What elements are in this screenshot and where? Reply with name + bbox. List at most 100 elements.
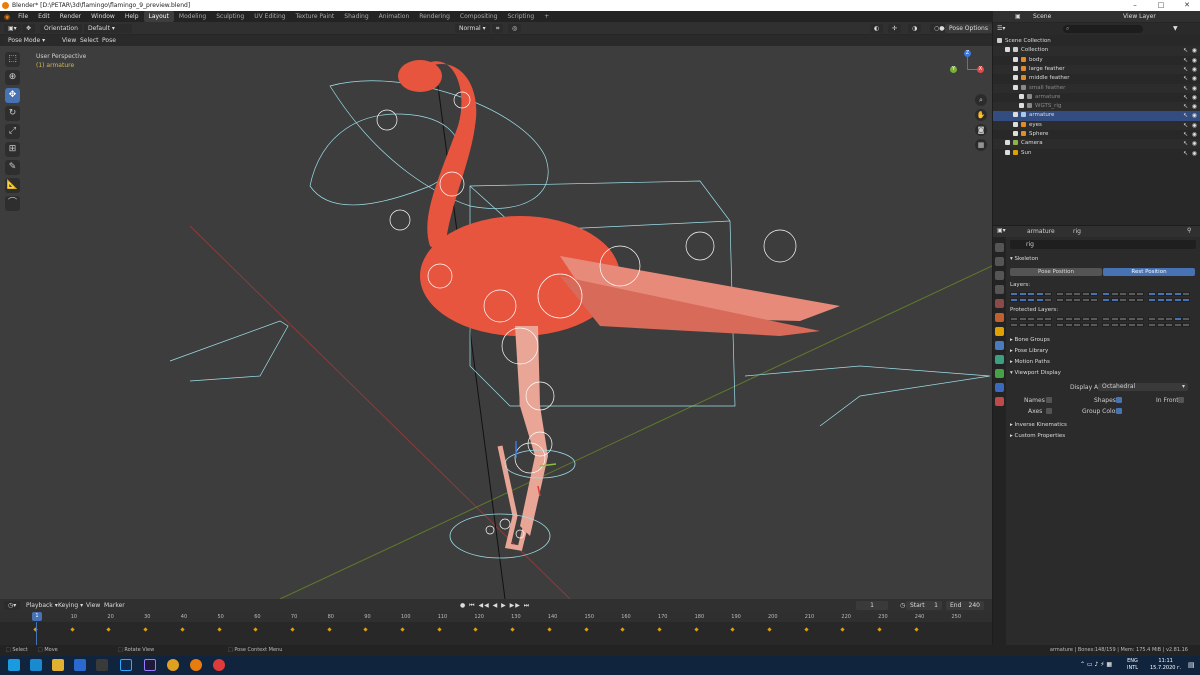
outliner-checkbox[interactable] bbox=[1013, 84, 1018, 90]
tab-shading[interactable]: Shading bbox=[339, 11, 373, 22]
pose-options-dropdown[interactable]: Pose Options ▾ bbox=[945, 24, 992, 41]
inverse-kinematics-section[interactable]: ▸ Inverse Kinematics bbox=[1010, 421, 1196, 430]
layer-toggle[interactable] bbox=[1110, 323, 1119, 327]
keyframe-marker[interactable] bbox=[106, 627, 112, 632]
output-tab-icon[interactable] bbox=[995, 271, 1004, 280]
mode-dropdown[interactable]: Pose Mode ▾ bbox=[4, 36, 50, 45]
layer-toggle[interactable] bbox=[1018, 317, 1027, 321]
pin-icon[interactable]: ⚲ bbox=[1187, 227, 1191, 234]
keyframe-marker[interactable] bbox=[290, 627, 295, 632]
tab-texture-paint[interactable]: Texture Paint bbox=[291, 11, 340, 22]
layer-toggle[interactable] bbox=[1156, 323, 1165, 327]
layer-toggle[interactable] bbox=[1110, 292, 1119, 296]
outliner-row[interactable]: middle feather ↖ ◉ bbox=[993, 74, 1200, 83]
outliner-row[interactable]: Sun ↖ ◉ bbox=[993, 149, 1200, 158]
texture-tab-icon[interactable] bbox=[995, 397, 1004, 406]
motion-paths-section[interactable]: ▸ Motion Paths bbox=[1010, 358, 1196, 367]
language-indicator[interactable]: ENG INTL bbox=[1127, 658, 1138, 672]
layer-toggle[interactable] bbox=[1090, 292, 1098, 296]
close-button[interactable]: ✕ bbox=[1174, 0, 1200, 11]
keyframe-marker[interactable] bbox=[657, 627, 662, 632]
visibility-eye-icon[interactable]: ◉ bbox=[1192, 56, 1197, 65]
properties-editor-icon[interactable]: ▣▾ bbox=[997, 227, 1006, 234]
scale-tool-icon[interactable]: ⤢ bbox=[5, 124, 20, 139]
selectable-icon[interactable]: ↖ bbox=[1183, 121, 1188, 130]
layer-toggle[interactable] bbox=[1027, 298, 1035, 302]
layer-toggle[interactable] bbox=[1044, 298, 1052, 302]
layer-toggle[interactable] bbox=[1035, 298, 1044, 302]
marker-menu[interactable]: Marker bbox=[100, 601, 129, 610]
layer-toggle[interactable] bbox=[1027, 323, 1035, 327]
selectable-icon[interactable]: ↖ bbox=[1183, 46, 1188, 55]
scene-name[interactable]: Scene bbox=[1033, 13, 1051, 20]
selectable-icon[interactable]: ↖ bbox=[1183, 93, 1188, 102]
keyframe-marker[interactable] bbox=[143, 627, 148, 632]
layer-toggle[interactable] bbox=[1182, 298, 1190, 302]
layer-toggle[interactable] bbox=[1044, 323, 1052, 327]
world-tab-icon[interactable] bbox=[995, 313, 1004, 322]
layer-toggle[interactable] bbox=[1010, 317, 1018, 321]
layer-toggle[interactable] bbox=[1110, 298, 1119, 302]
transform-tool-icon[interactable]: ⊞ bbox=[5, 142, 20, 157]
tab-scripting[interactable]: Scripting bbox=[503, 11, 540, 22]
layer-toggle[interactable] bbox=[1119, 292, 1127, 296]
outliner-row[interactable]: armature ↖ ◉ bbox=[993, 111, 1200, 121]
layer-toggle[interactable] bbox=[1044, 292, 1052, 296]
relax-tool-icon[interactable]: ⌒ bbox=[5, 196, 20, 211]
tab-modeling[interactable]: Modeling bbox=[174, 11, 211, 22]
tool-tab-icon[interactable] bbox=[995, 243, 1004, 252]
outliner-checkbox[interactable] bbox=[1019, 93, 1024, 99]
layer-toggle[interactable] bbox=[1136, 317, 1144, 321]
keyframe-marker[interactable] bbox=[914, 627, 919, 632]
layer-toggle[interactable] bbox=[1064, 298, 1073, 302]
physics-tab-icon[interactable] bbox=[995, 341, 1004, 350]
rest-position-button[interactable]: Rest Position bbox=[1103, 268, 1195, 276]
selectable-icon[interactable]: ↖ bbox=[1183, 130, 1188, 139]
gizmo-toggle-icon[interactable]: ✢ bbox=[888, 24, 902, 33]
gizmo-y[interactable]: Y bbox=[950, 66, 957, 73]
layer-toggle[interactable] bbox=[1073, 317, 1081, 321]
measure-tool-icon[interactable]: 📐 bbox=[5, 178, 20, 193]
add-workspace-icon[interactable]: + bbox=[539, 11, 554, 22]
layer-toggle[interactable] bbox=[1182, 292, 1190, 296]
keyframe-marker[interactable] bbox=[730, 627, 735, 632]
layer-toggle[interactable] bbox=[1136, 292, 1144, 296]
overlay-icon[interactable]: ◑ bbox=[908, 24, 922, 33]
layer-toggle[interactable] bbox=[1081, 298, 1090, 302]
layer-toggle[interactable] bbox=[1044, 317, 1052, 321]
armature-name-field[interactable]: rig bbox=[1010, 240, 1196, 249]
outliner-row[interactable]: eyes ↖ ◉ bbox=[993, 120, 1200, 130]
layer-toggle[interactable] bbox=[1102, 298, 1110, 302]
layer-toggle[interactable] bbox=[1156, 298, 1165, 302]
layer-toggle[interactable] bbox=[1148, 298, 1156, 302]
layer-toggle[interactable] bbox=[1127, 323, 1136, 327]
keyframe-marker[interactable] bbox=[547, 627, 552, 632]
skeleton-section[interactable]: ▾ Skeleton bbox=[1010, 255, 1196, 264]
layer-toggle[interactable] bbox=[1018, 298, 1027, 302]
layer-toggle[interactable] bbox=[1056, 292, 1064, 296]
layer-toggle[interactable] bbox=[1119, 323, 1127, 327]
outliner-checkbox[interactable] bbox=[1013, 65, 1018, 71]
layer-toggle[interactable] bbox=[1182, 323, 1190, 327]
gizmo-x[interactable]: X bbox=[977, 66, 984, 73]
layer-toggle[interactable] bbox=[1081, 317, 1090, 321]
layer-toggle[interactable] bbox=[1173, 317, 1182, 321]
minimize-button[interactable]: – bbox=[1122, 0, 1148, 11]
perspective-toggle-icon[interactable]: ▦ bbox=[975, 139, 987, 151]
outliner-row[interactable]: body ↖ ◉ bbox=[993, 56, 1200, 65]
orientation-dropdown[interactable]: Default ▾ bbox=[84, 24, 132, 33]
tray-icons[interactable]: ⌃ ▭ ♪ ⚡ ▦ bbox=[1080, 661, 1112, 668]
windows-start-icon[interactable] bbox=[8, 659, 20, 671]
3d-viewport[interactable]: User Perspective (1) armature Z X Y ⌕ ✋ … bbox=[0, 46, 992, 599]
outliner-checkbox[interactable] bbox=[1013, 75, 1018, 81]
layer-toggle[interactable] bbox=[1056, 298, 1064, 302]
outliner-checkbox[interactable] bbox=[1013, 112, 1018, 118]
keyframe-marker[interactable] bbox=[437, 627, 442, 632]
selectable-icon[interactable]: ↖ bbox=[1183, 84, 1188, 93]
visibility-eye-icon[interactable]: ◉ bbox=[1192, 65, 1197, 74]
annotate-tool-icon[interactable]: ✎ bbox=[5, 160, 20, 175]
menu-pose[interactable]: Pose bbox=[98, 36, 120, 45]
layer-toggle[interactable] bbox=[1035, 292, 1044, 296]
camera-view-icon[interactable]: ◙ bbox=[975, 124, 987, 136]
layer-toggle[interactable] bbox=[1064, 292, 1073, 296]
